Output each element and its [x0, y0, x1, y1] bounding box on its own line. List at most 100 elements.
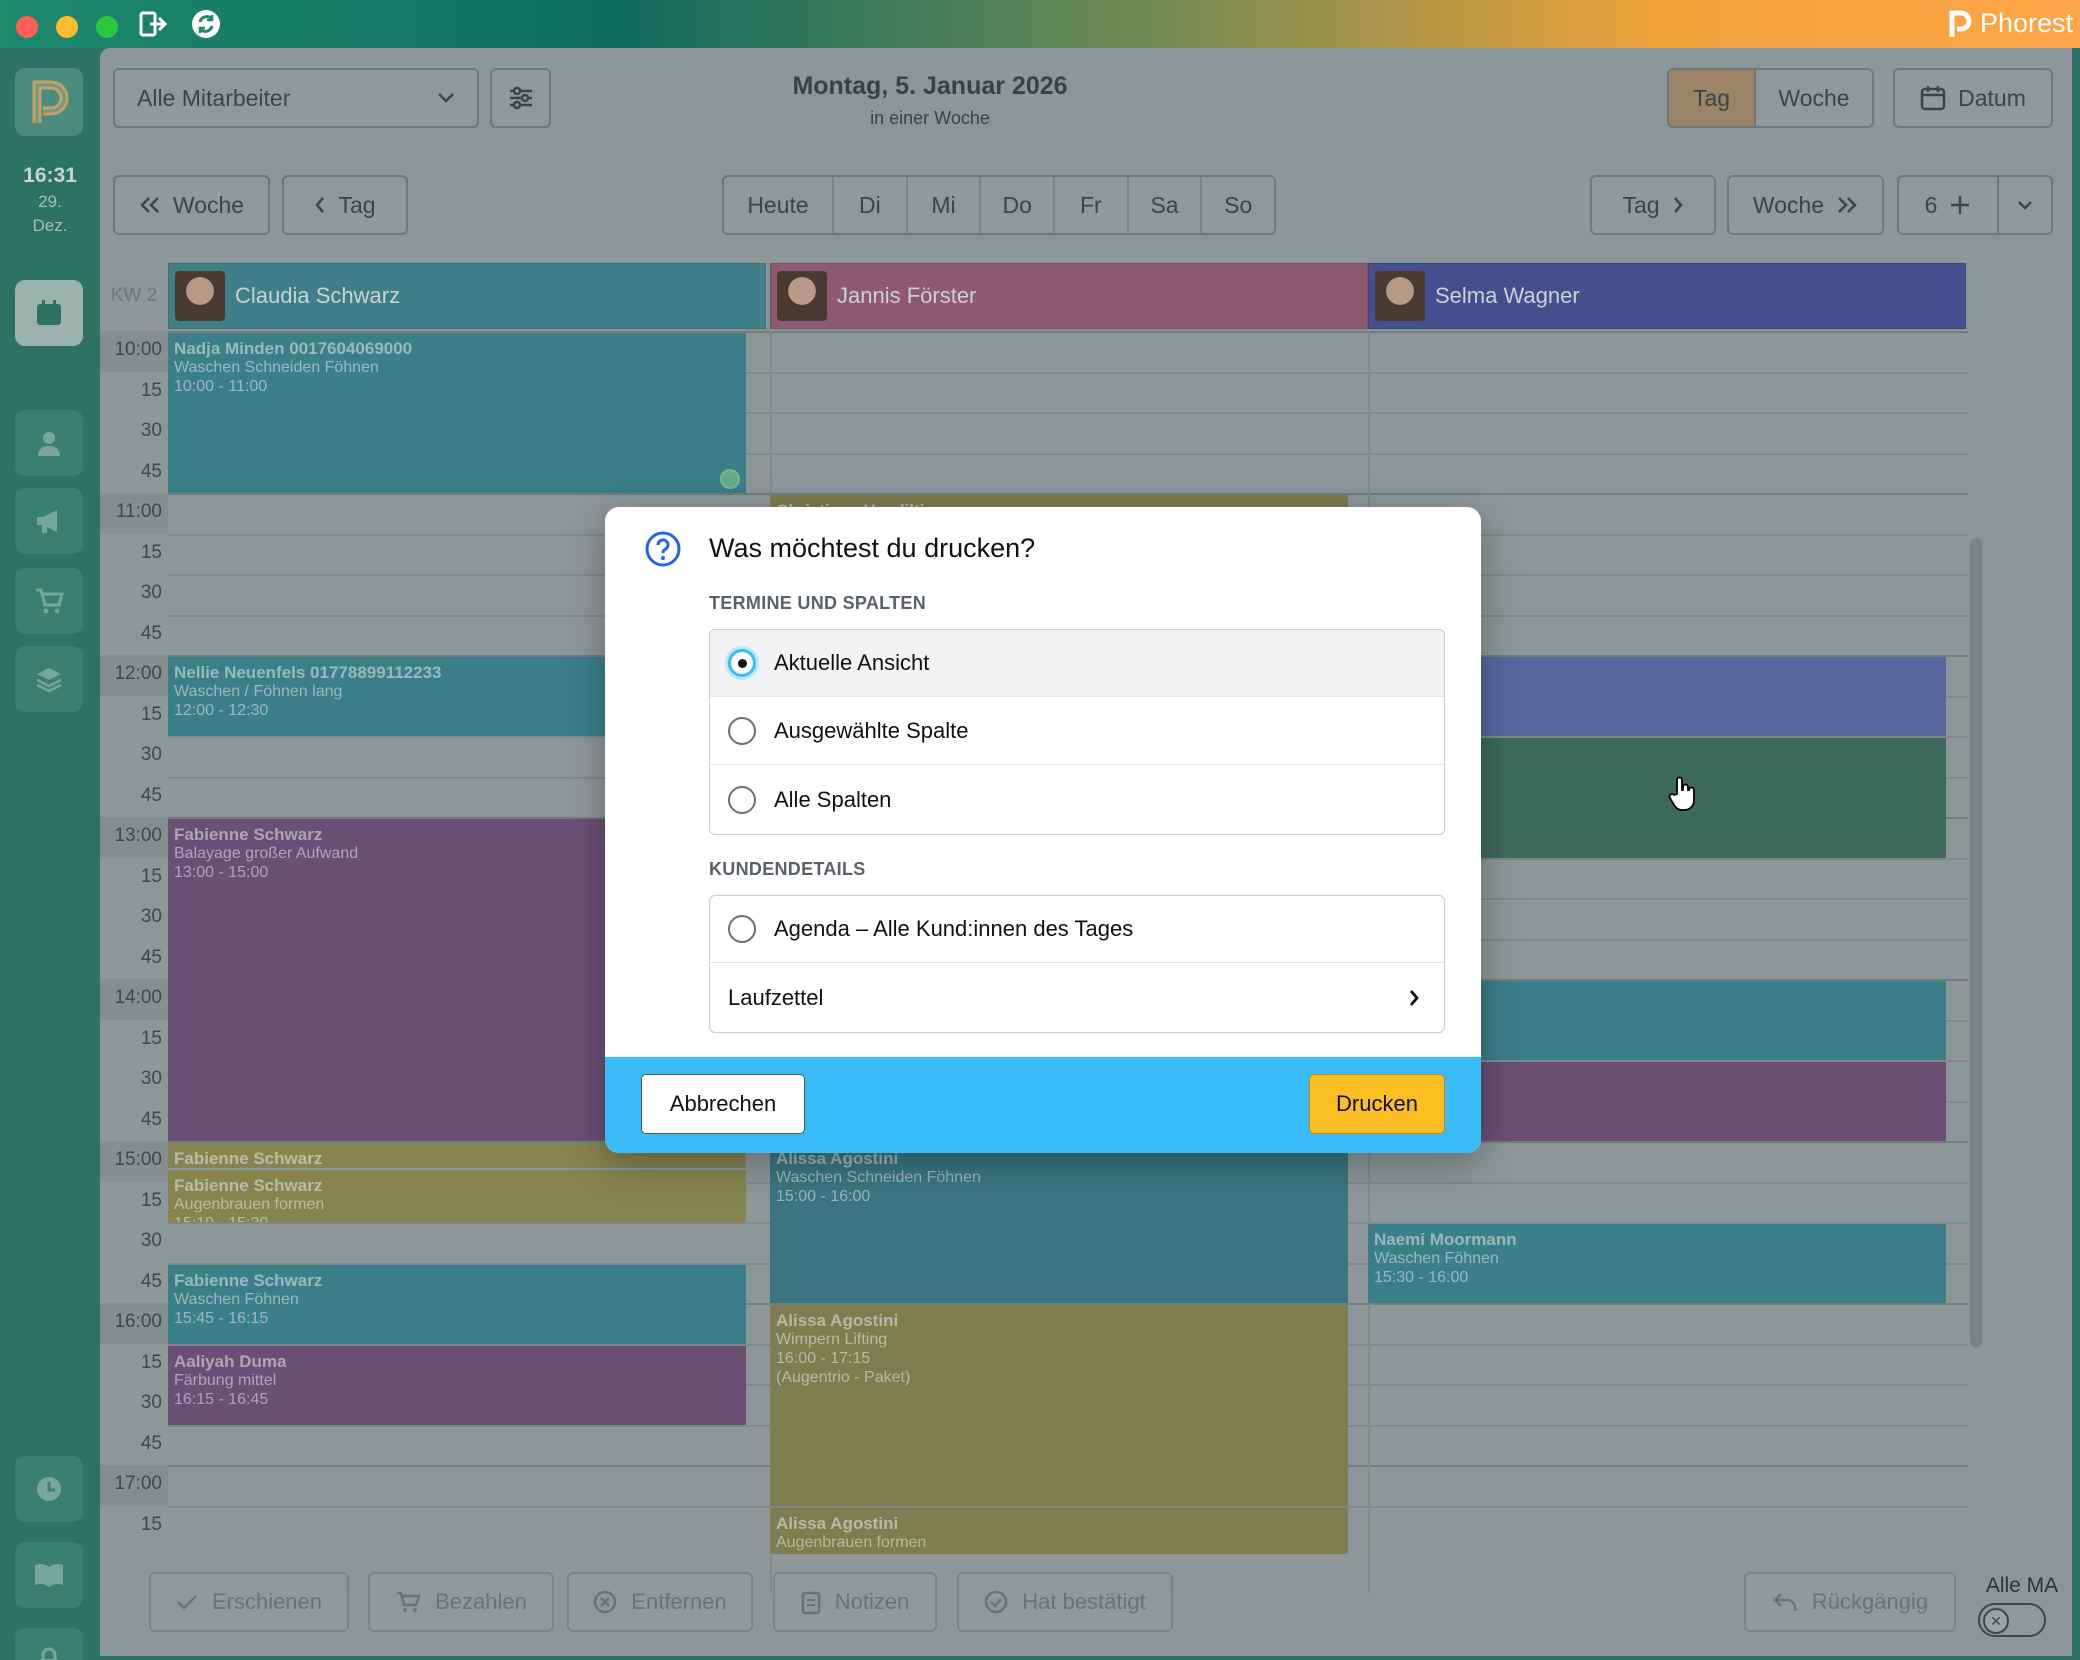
staff-column-header[interactable]: Selma Wagner: [1368, 263, 1966, 329]
plus-icon: [1951, 196, 1970, 214]
chevron-down-icon: [2018, 201, 2032, 210]
date-button-label: Datum: [1958, 84, 2026, 111]
cart-icon: [397, 1591, 421, 1612]
all-staff-toggle[interactable]: ✕: [1978, 1603, 2046, 1637]
sidebar-logo[interactable]: [15, 68, 83, 136]
sidebar-item-calendar[interactable]: [15, 280, 83, 346]
appointment-card[interactable]: Fabienne Schwarz Waschen Föhnen 15:45 - 16…: [168, 1264, 746, 1344]
staff-select-value: Alle Mitarbeiter: [137, 84, 291, 111]
date-picker-button[interactable]: Datum: [1893, 68, 2053, 128]
undo-label: Rückgängig: [1811, 1589, 1929, 1614]
avatar: [1375, 271, 1425, 321]
appointment-card[interactable]: Fabienne SchwarzAugenbrauen formen15:10 …: [168, 1169, 746, 1222]
logout-icon[interactable]: [138, 10, 168, 38]
option-current-view[interactable]: Aktuelle Ansicht: [710, 630, 1444, 697]
dialog-footer: Abbrechen Drucken: [605, 1057, 1481, 1153]
sidebar-item-lock[interactable]: [15, 1628, 83, 1660]
weekday-button[interactable]: Di: [834, 177, 908, 233]
next-day-button[interactable]: Tag: [1590, 175, 1716, 235]
undo-icon: [1773, 1593, 1797, 1611]
radio-unselected[interactable]: [728, 915, 756, 943]
weekday-button[interactable]: Fr: [1055, 177, 1129, 233]
question-icon: [645, 531, 681, 567]
option-agenda[interactable]: Agenda – Alle Kund:innen des Tages: [710, 896, 1444, 963]
next-week-button[interactable]: Woche: [1727, 175, 1884, 235]
appointment-detail: (Augentrio - Paket): [776, 1369, 911, 1386]
appointment-client: Fabienne Schwarz: [174, 1270, 323, 1290]
option-current-label: Aktuelle Ansicht: [774, 650, 930, 675]
prev-week-button[interactable]: Woche: [113, 175, 270, 235]
layers-icon: [36, 668, 62, 693]
filter-button[interactable]: [490, 68, 551, 128]
appointment-card[interactable]: Alissa Agostini Wimpern Lifting 16:00 - 17…: [770, 1305, 1348, 1506]
option-all-columns[interactable]: Alle Spalten: [710, 766, 1444, 833]
sidebar-date-day: 29.: [38, 192, 62, 211]
appeared-button[interactable]: Erschienen: [149, 1572, 349, 1632]
view-week-tab[interactable]: Woche: [1754, 68, 1874, 128]
radio-selected[interactable]: [728, 649, 756, 677]
appointment-card[interactable]: Nadja Minden 0017604069000 Waschen Schnei…: [168, 333, 746, 493]
appointment-client: Aaliyah Duma: [174, 1351, 287, 1371]
today-button[interactable]: Heute: [724, 177, 834, 233]
sidebar-item-marketing[interactable]: [15, 488, 83, 554]
hand-cursor-icon: [1668, 776, 1698, 812]
column-count-label: 6: [1924, 191, 1938, 218]
lock-icon: [39, 1647, 59, 1660]
option-selected-column[interactable]: Ausgewählte Spalte: [710, 698, 1444, 765]
close-window-button[interactable]: [16, 16, 38, 38]
staff-column-header[interactable]: Claudia Schwarz: [168, 263, 766, 329]
sync-icon[interactable]: [192, 10, 220, 38]
radio-unselected[interactable]: [728, 717, 756, 745]
weekday-button[interactable]: Sa: [1129, 177, 1203, 233]
dialog-title: Was möchtest du drucken?: [709, 533, 1036, 563]
scrollbar[interactable]: [1970, 538, 1982, 1348]
staff-select[interactable]: Alle Mitarbeiter: [113, 68, 479, 128]
weekday-button[interactable]: Mi: [908, 177, 982, 233]
section-appointments-columns: TERMINE UND SPALTEN: [709, 593, 927, 613]
sidebar-item-book[interactable]: [15, 1542, 83, 1608]
toggle-off-icon: ✕: [1983, 1608, 2009, 1634]
appointment-card[interactable]: Alissa Agostini Augenbrauen formen: [770, 1507, 1348, 1555]
weekday-button[interactable]: So: [1202, 177, 1274, 233]
zoom-window-button[interactable]: [96, 16, 118, 38]
column-options-button[interactable]: [1997, 175, 2053, 235]
sidebar-item-layers[interactable]: [15, 646, 83, 712]
appointment-card[interactable]: Aaliyah Duma Färbung mittel 16:15 - 16:45: [168, 1345, 746, 1425]
chevron-right-icon: [1409, 989, 1419, 1006]
undo-button[interactable]: Rückgängig: [1744, 1572, 1956, 1632]
time-label: 15: [140, 541, 162, 563]
sidebar-item-shop[interactable]: [15, 568, 83, 634]
sidebar-item-history[interactable]: [15, 1456, 83, 1522]
appointment-detail: Augenbrauen formen: [174, 1195, 325, 1213]
sidebar-item-clients[interactable]: [15, 410, 83, 476]
confirmed-button[interactable]: Hat bestätigt: [957, 1572, 1173, 1632]
notes-button[interactable]: Notizen: [773, 1572, 937, 1632]
radio-unselected[interactable]: [728, 785, 756, 814]
prev-day-button[interactable]: Tag: [282, 175, 408, 235]
time-label: 30: [140, 1068, 162, 1089]
remove-button[interactable]: Entfernen: [567, 1572, 753, 1632]
print-confirm-button[interactable]: Drucken: [1309, 1074, 1445, 1134]
option-agenda-label: Agenda – Alle Kund:innen des Tages: [774, 916, 1134, 941]
minimize-window-button[interactable]: [56, 16, 78, 38]
cart-icon: [36, 588, 64, 614]
next-day-label: Tag: [1622, 191, 1660, 218]
appointment-detail: 16:15 - 16:45: [174, 1390, 269, 1408]
view-week-label: Woche: [1778, 84, 1850, 111]
remove-label: Entfernen: [631, 1589, 727, 1614]
appointment-card[interactable]: Naemi Moormann Waschen Föhnen 15:30 - 16:0…: [1368, 1224, 1946, 1303]
appointment-card[interactable]: Alissa Agostini Waschen Schneiden Föhnen 1…: [770, 1143, 1348, 1303]
view-day-label: Tag: [1692, 84, 1731, 111]
staff-column-header[interactable]: Jannis Förster: [770, 263, 1368, 329]
time-label: 45: [140, 1270, 162, 1292]
option-route-sheet[interactable]: Laufzettel: [710, 964, 1444, 1031]
column-count-button[interactable]: 6: [1897, 175, 1999, 235]
date-subtitle: in einer Woche: [870, 108, 990, 128]
appointment-detail: 15:00 - 16:00: [776, 1188, 871, 1205]
appointment-detail: Waschen Föhnen: [1374, 1250, 1499, 1267]
time-label: 45: [140, 622, 162, 644]
weekday-button[interactable]: Do: [981, 177, 1056, 233]
pay-button[interactable]: Bezahlen: [368, 1572, 554, 1632]
cancel-button[interactable]: Abbrechen: [641, 1074, 805, 1134]
view-day-tab[interactable]: Tag: [1667, 68, 1756, 128]
